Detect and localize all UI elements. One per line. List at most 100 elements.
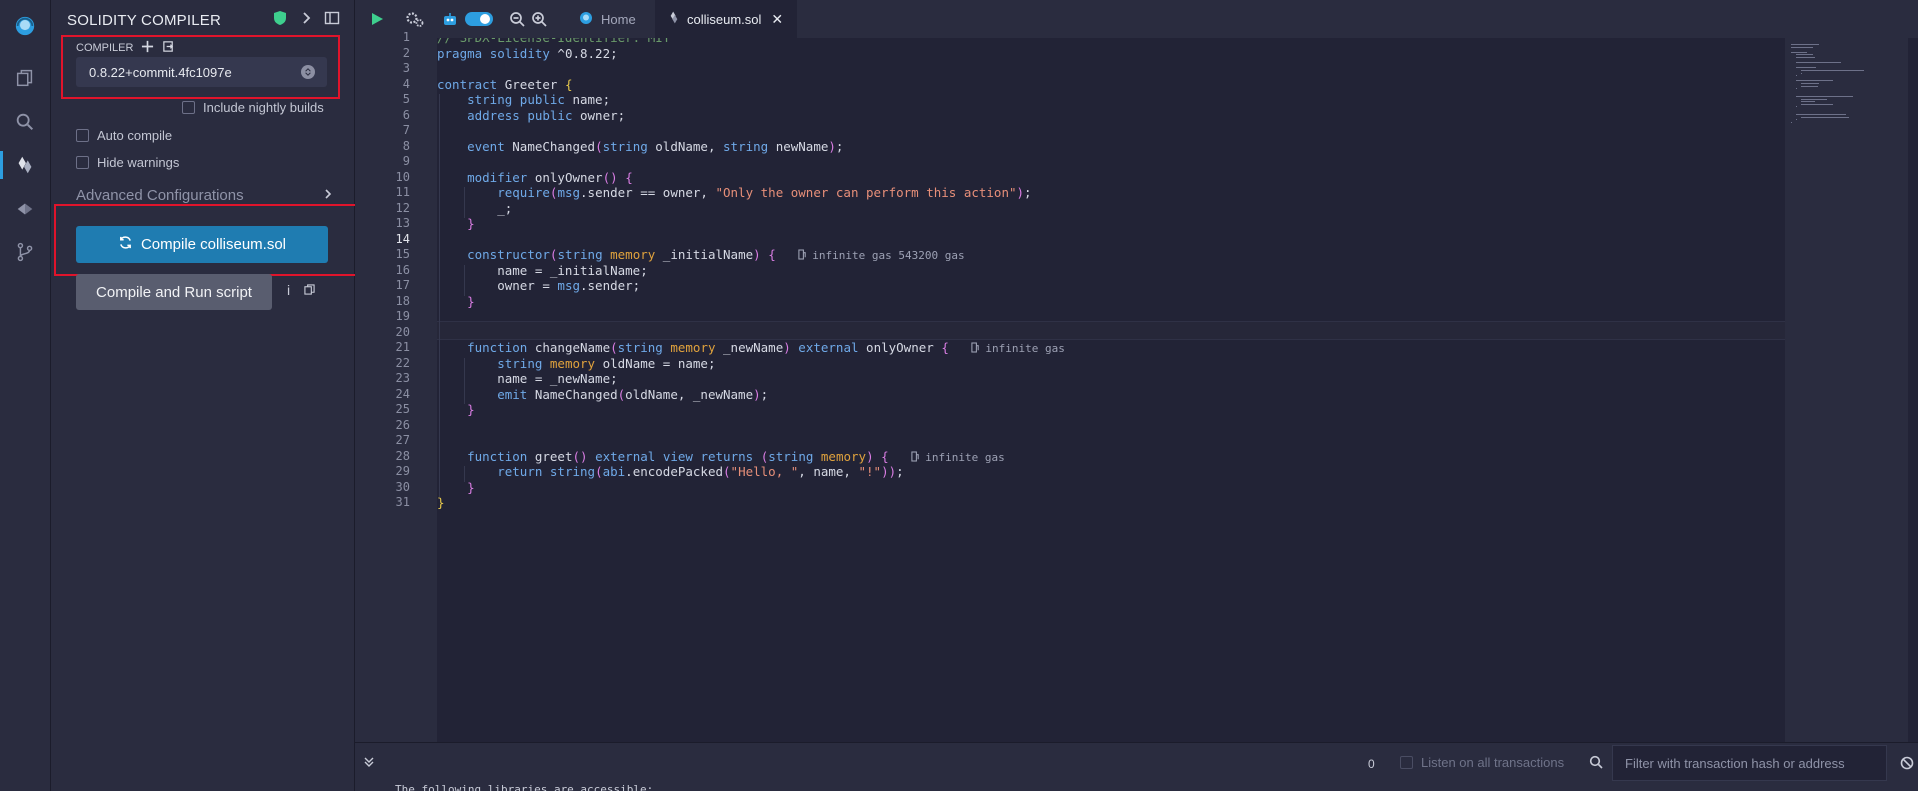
checkbox-box[interactable] [76, 129, 89, 142]
code-line: name = _initialName; [437, 262, 648, 278]
minimap-line [1800, 101, 1815, 103]
minimap-line [1800, 70, 1865, 71]
listen-all-transactions-checkbox[interactable]: Listen on all transactions [1400, 755, 1564, 770]
current-line-highlight [437, 321, 1785, 340]
line-number: 26 [395, 417, 410, 432]
indent-guide [464, 187, 465, 218]
checkbox-box[interactable] [76, 156, 89, 169]
panel-title: SOLIDITY COMPILER [67, 12, 221, 29]
code-line: } [467, 216, 475, 231]
line-number: 7 [402, 123, 410, 137]
line-number: 5 [402, 92, 410, 106]
line-number: 3 [402, 61, 410, 75]
terminal-bar: 0 Listen on all transactions Filter with… [355, 742, 1918, 791]
advanced-configurations-label: Advanced Configurations [76, 187, 244, 204]
search-icon [1589, 755, 1603, 774]
remix-ide: SOLIDITY COMPILER COMPILER 0.8.22+commit… [0, 0, 1918, 791]
tab-colliseum-sol[interactable]: colliseum.sol ✕ [655, 0, 798, 38]
code-line: return string(abi.encodePacked("Hello, "… [497, 464, 904, 479]
minimap-line [1800, 72, 1803, 74]
terminal-output-text: The following libraries are accessible: [395, 783, 654, 791]
line-number: 21 [395, 340, 410, 354]
gas-estimate: infinite gas [911, 450, 1005, 464]
git-icon[interactable] [0, 234, 50, 270]
file-explorer-icon[interactable] [0, 60, 50, 96]
code-line: } [467, 293, 475, 309]
tab-home-label: Home [601, 11, 636, 27]
gas-pump-icon [798, 249, 807, 260]
copy-icon[interactable] [304, 282, 315, 298]
code-line: } [467, 479, 475, 495]
zoom-out-icon[interactable] [509, 9, 525, 29]
checkbox-box[interactable] [182, 101, 195, 114]
line-number: 24 [395, 386, 410, 401]
settings-gears-icon[interactable] [405, 9, 425, 29]
minimap[interactable] [1785, 38, 1908, 742]
info-icon[interactable]: i [287, 282, 290, 298]
minimap-line [1800, 103, 1833, 105]
line-number: 9 [402, 154, 410, 168]
line-number: 13 [395, 216, 410, 230]
code-editor[interactable]: // SPDX-License-Identifier: MITpragma so… [437, 38, 1785, 742]
line-number: 2 [402, 45, 410, 60]
highlight-box-compile [54, 204, 362, 276]
minimap-line [1800, 116, 1850, 118]
line-number: 4 [402, 76, 410, 91]
compile-and-run-button[interactable]: Compile and Run script [76, 274, 272, 310]
remix-logo-icon[interactable] [0, 6, 50, 46]
gas-estimate: infinite gas [971, 342, 1065, 355]
compiler-panel: SOLIDITY COMPILER COMPILER 0.8.22+commit… [51, 0, 362, 791]
include-nightly-checkbox[interactable]: Include nightly builds [182, 100, 324, 115]
code-line: contract Greeter { [437, 76, 573, 92]
pending-tx-count: 0 [1368, 757, 1375, 771]
minimap-line [1795, 96, 1854, 97]
tab-home[interactable]: Home [565, 0, 650, 38]
minimap-line [1795, 67, 1816, 69]
filter-placeholder: Filter with transaction hash or address [1625, 755, 1845, 771]
code-line: event NameChanged(string oldName, string… [467, 138, 844, 154]
minimap-line [1800, 98, 1827, 100]
hide-warnings-checkbox[interactable]: Hide warnings [76, 155, 179, 170]
ai-robot-icon[interactable] [441, 9, 459, 29]
clear-console-icon[interactable] [1900, 756, 1914, 775]
minimap-line [1800, 85, 1818, 87]
checkbox-box[interactable] [1400, 756, 1413, 769]
chevron-right-icon[interactable] [298, 10, 314, 31]
indent-guide [464, 264, 465, 296]
run-icon[interactable] [369, 9, 385, 29]
zoom-in-icon[interactable] [531, 9, 547, 29]
ai-toggle-switch[interactable] [465, 9, 493, 29]
line-number: 22 [395, 355, 410, 370]
close-tab-icon[interactable]: ✕ [771, 11, 783, 28]
code-line: } [437, 495, 445, 510]
line-number: 30 [395, 479, 410, 494]
chevron-right-icon [322, 187, 334, 204]
deploy-run-icon[interactable] [0, 191, 50, 227]
code-line: owner = msg.sender; [437, 278, 641, 293]
code-line: address public owner; [467, 107, 626, 123]
line-number: 6 [402, 107, 410, 122]
gas-pump-icon [911, 450, 919, 462]
search-icon[interactable] [0, 104, 50, 140]
code-line: } [467, 402, 475, 417]
remix-home-icon [579, 11, 593, 28]
include-nightly-label: Include nightly builds [203, 100, 324, 115]
line-number: 17 [395, 278, 410, 292]
shield-icon[interactable] [272, 10, 288, 31]
editor-scrollbar[interactable] [1908, 38, 1918, 742]
indent-guide [439, 94, 440, 497]
line-number: 10 [395, 169, 410, 184]
line-number: 27 [395, 433, 410, 447]
code-line: constructor(string memory _initialName) … [467, 247, 965, 262]
collapse-terminal-icon[interactable] [363, 755, 375, 773]
transaction-filter-input[interactable]: Filter with transaction hash or address [1612, 745, 1887, 781]
minimap-line [1795, 62, 1841, 64]
advanced-configurations-toggle[interactable]: Advanced Configurations [76, 187, 334, 204]
line-number: 15 [395, 247, 410, 261]
panel-toggle-icon[interactable] [324, 10, 340, 31]
code-line: function changeName(string memory _newNa… [467, 340, 1065, 355]
solidity-compiler-icon[interactable] [0, 147, 50, 183]
gas-pump-icon [971, 342, 980, 353]
minimap-line [1795, 54, 1813, 56]
auto-compile-checkbox[interactable]: Auto compile [76, 128, 172, 143]
